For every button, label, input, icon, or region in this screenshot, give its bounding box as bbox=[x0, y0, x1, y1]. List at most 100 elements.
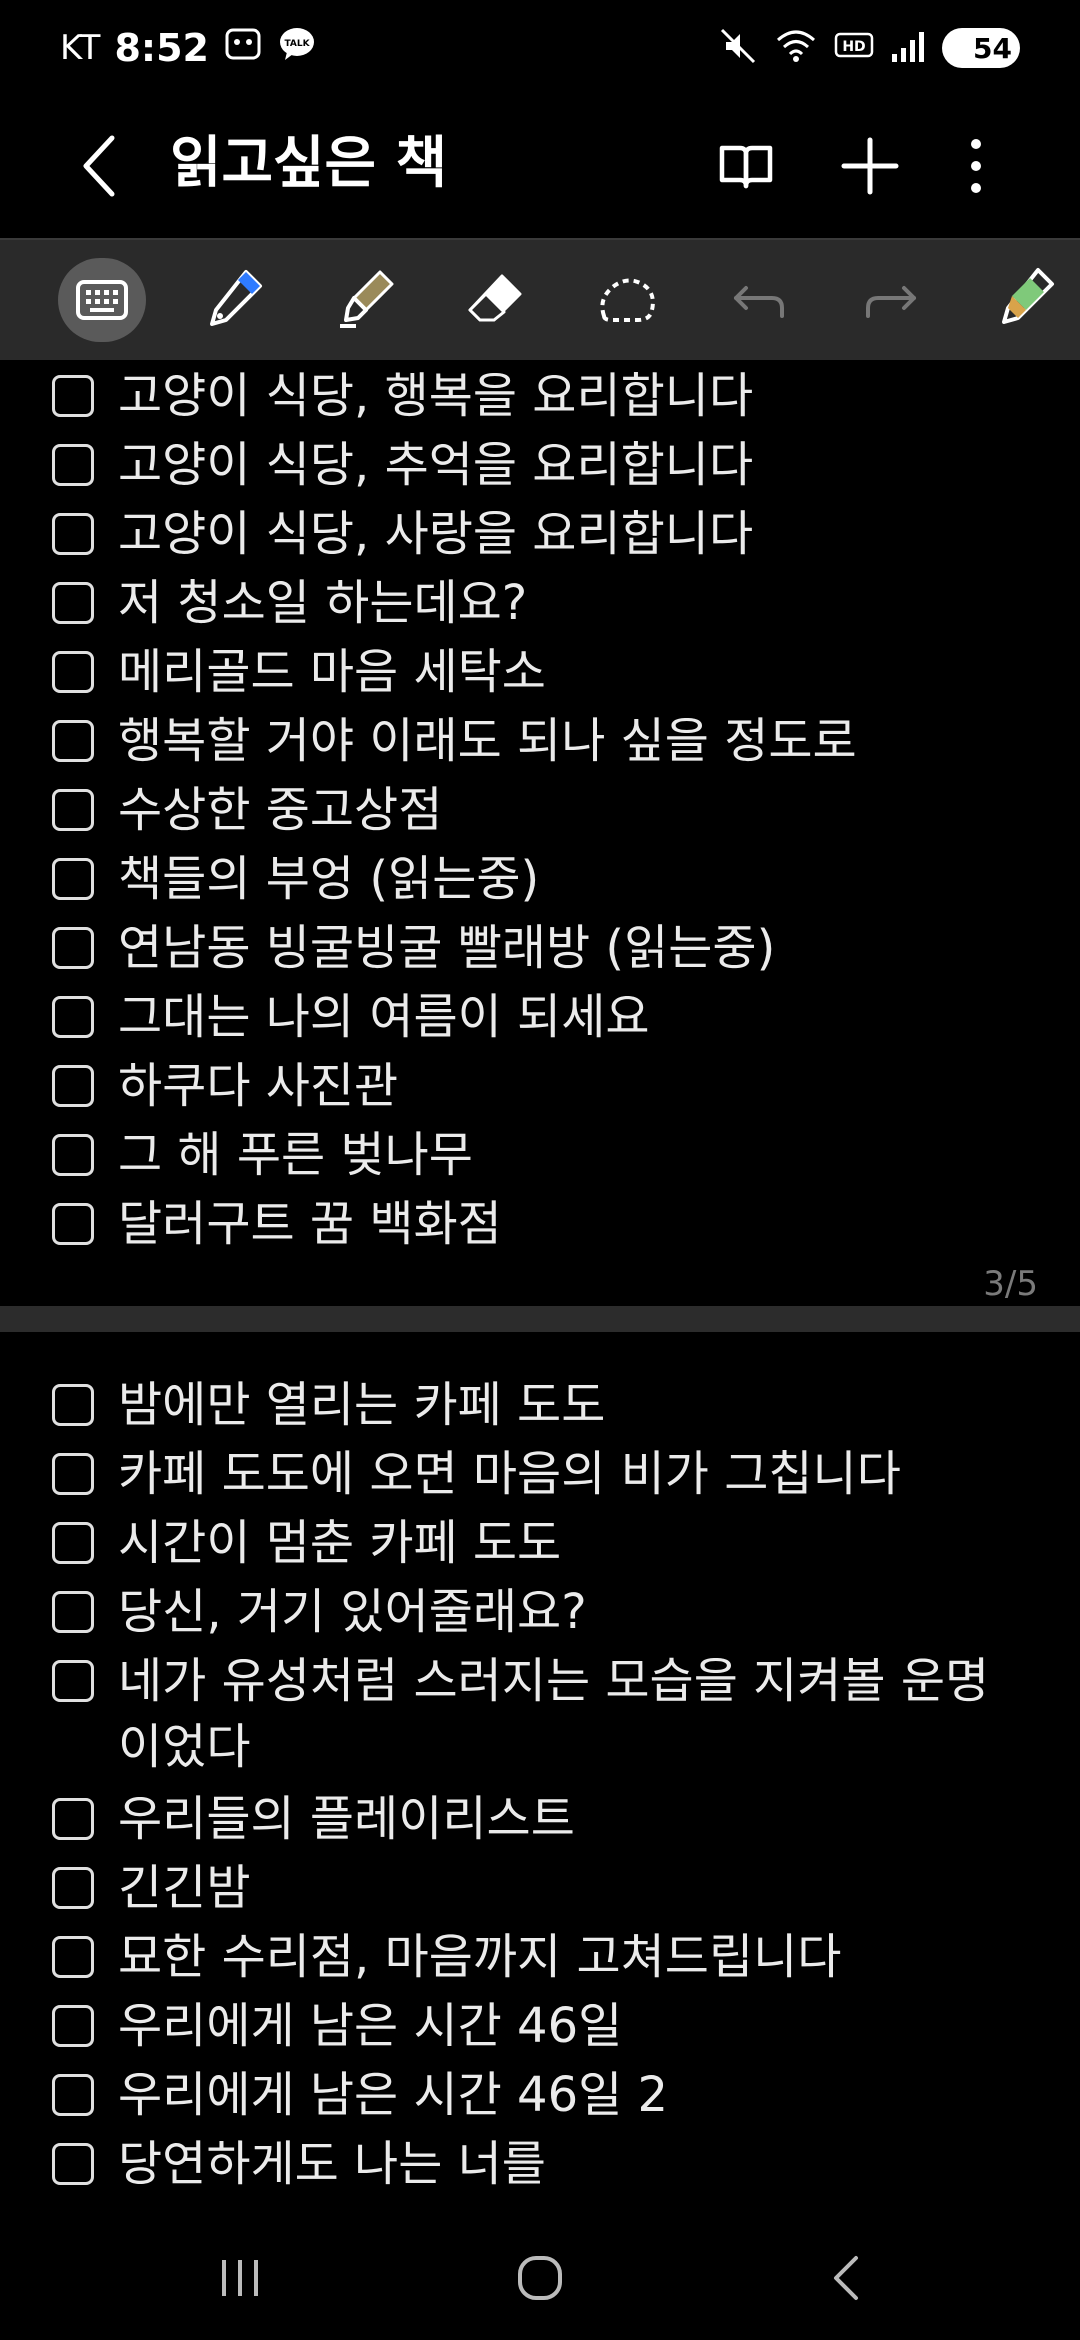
pen-settings-button[interactable] bbox=[978, 258, 1066, 342]
checkbox[interactable] bbox=[52, 1798, 94, 1840]
status-right: HD 54 bbox=[718, 20, 1020, 76]
checkbox[interactable] bbox=[52, 1453, 94, 1495]
hd-icon: HD bbox=[834, 26, 874, 70]
checklist-item-text: 카페 도도에 오면 마음의 비가 그칩니다 bbox=[118, 1446, 901, 1502]
carrier-label: KT bbox=[60, 28, 101, 68]
drawing-toolbar bbox=[0, 238, 1080, 360]
checklist-item: 저 청소일 하는데요? bbox=[52, 570, 1038, 636]
page-divider bbox=[0, 1306, 1080, 1332]
checklist-item-text: 시간이 멈춘 카페 도도 bbox=[118, 1515, 562, 1571]
checkbox[interactable] bbox=[52, 582, 94, 624]
checkbox[interactable] bbox=[52, 1065, 94, 1107]
checklist-item-text: 고양이 식당, 사랑을 요리합니다 bbox=[118, 506, 754, 562]
chevron-left-icon bbox=[83, 135, 115, 197]
add-page-button[interactable] bbox=[830, 126, 910, 206]
battery-level: 54 bbox=[973, 31, 1012, 65]
checklist-item: 우리들의 플레이리스트 bbox=[52, 1786, 1038, 1852]
recent-apps-icon bbox=[222, 2260, 258, 2296]
checkbox[interactable] bbox=[52, 1203, 94, 1245]
undo-button[interactable] bbox=[716, 258, 804, 342]
checklist-item-text: 그 해 푸른 벚나무 bbox=[118, 1127, 473, 1183]
checkbox[interactable] bbox=[52, 1867, 94, 1909]
home-icon bbox=[518, 2256, 562, 2300]
checkbox[interactable] bbox=[52, 2005, 94, 2047]
book-icon bbox=[719, 145, 773, 189]
undo-icon bbox=[734, 286, 784, 318]
checklist-item-text: 저 청소일 하는데요? bbox=[118, 575, 528, 631]
checklist-item: 당연하게도 나는 너를 bbox=[52, 2131, 1038, 2197]
pen-tool-button[interactable] bbox=[190, 258, 278, 342]
redo-button[interactable] bbox=[846, 258, 934, 342]
checkbox[interactable] bbox=[52, 927, 94, 969]
pen-icon bbox=[210, 270, 262, 326]
status-bar: KT 8:52 TALK HD 54 bbox=[0, 0, 1080, 96]
checklist-item: 수상한 중고상점 bbox=[52, 777, 1038, 843]
checklist-item: 그대는 나의 여름이 되세요 bbox=[52, 984, 1038, 1050]
checkbox[interactable] bbox=[52, 1384, 94, 1426]
pen-settings-icon bbox=[1002, 268, 1054, 324]
checklist-item-text: 네가 유성처럼 스러지는 모습을 지켜볼 운명이었다 bbox=[118, 1653, 990, 1775]
eraser-tool-button[interactable] bbox=[452, 258, 540, 342]
lasso-tool-button[interactable] bbox=[584, 258, 672, 342]
checkbox[interactable] bbox=[52, 720, 94, 762]
checklist-item-text: 하쿠다 사진관 bbox=[118, 1058, 399, 1114]
note-page-3: 고양이 식당, 행복을 요리합니다 고양이 식당, 추억을 요리합니다 고양이 … bbox=[0, 360, 1080, 1306]
talk-notification-icon: TALK bbox=[277, 24, 317, 73]
page-title: 읽고싶은 책 bbox=[170, 131, 448, 196]
checkbox[interactable] bbox=[52, 375, 94, 417]
checkbox[interactable] bbox=[52, 1591, 94, 1633]
keyboard-icon bbox=[76, 280, 128, 320]
checklist-item: 행복할 거야 이래도 되나 싶을 정도로 bbox=[52, 708, 1038, 774]
checklist-item-text: 당신, 거기 있어줄래요? bbox=[118, 1584, 587, 1640]
checklist-item: 카페 도도에 오면 마음의 비가 그칩니다 bbox=[52, 1441, 1038, 1507]
checklist-item-text: 우리들의 플레이리스트 bbox=[118, 1791, 575, 1847]
checklist-item: 책들의 부엉 (읽는중) bbox=[52, 846, 1038, 912]
back-nav-button[interactable] bbox=[806, 2246, 886, 2310]
back-button[interactable] bbox=[70, 128, 130, 204]
keyboard-tool-button[interactable] bbox=[58, 258, 146, 342]
more-vertical-icon bbox=[971, 139, 981, 193]
checkbox[interactable] bbox=[52, 444, 94, 486]
checkbox[interactable] bbox=[52, 2074, 94, 2116]
more-options-button[interactable] bbox=[936, 126, 1016, 206]
checklist-item-text: 묘한 수리점, 마음까지 고쳐드립니다 bbox=[118, 1929, 842, 1985]
checklist-item: 메리골드 마음 세탁소 bbox=[52, 639, 1038, 705]
wifi-icon bbox=[774, 26, 818, 70]
clock: 8:52 bbox=[114, 26, 209, 70]
checkbox[interactable] bbox=[52, 2143, 94, 2185]
svg-text:HD: HD bbox=[842, 39, 865, 55]
highlighter-tool-button[interactable] bbox=[322, 258, 410, 342]
checklist-item: 네가 유성처럼 스러지는 모습을 지켜볼 운명이었다 bbox=[52, 1648, 1018, 1780]
checklist-item-text: 당연하게도 나는 너를 bbox=[118, 2136, 546, 2192]
checkbox[interactable] bbox=[52, 1522, 94, 1564]
checkbox[interactable] bbox=[52, 789, 94, 831]
signal-icon bbox=[890, 26, 926, 70]
checklist-item: 고양이 식당, 사랑을 요리합니다 bbox=[52, 501, 1038, 567]
checkbox[interactable] bbox=[52, 513, 94, 555]
checklist-item-text: 긴긴밤 bbox=[118, 1860, 251, 1916]
checkbox[interactable] bbox=[52, 651, 94, 693]
recent-apps-button[interactable] bbox=[200, 2246, 280, 2310]
checklist-item: 시간이 멈춘 카페 도도 bbox=[52, 1510, 1038, 1576]
back-icon bbox=[834, 2256, 858, 2300]
checklist-item: 고양이 식당, 추억을 요리합니다 bbox=[52, 432, 1038, 498]
checkbox[interactable] bbox=[52, 996, 94, 1038]
checklist-item-text: 연남동 빙굴빙굴 빨래방 (읽는중) bbox=[118, 920, 776, 976]
checklist-item-text: 밤에만 열리는 카페 도도 bbox=[118, 1377, 606, 1433]
checklist-item: 연남동 빙굴빙굴 빨래방 (읽는중) bbox=[52, 915, 1038, 981]
app-bar: 읽고싶은 책 bbox=[0, 96, 1080, 236]
checkbox[interactable] bbox=[52, 1134, 94, 1176]
home-button[interactable] bbox=[500, 2246, 580, 2310]
checkbox[interactable] bbox=[52, 1936, 94, 1978]
screenshot-notification-icon bbox=[223, 24, 263, 73]
checkbox[interactable] bbox=[52, 1660, 94, 1702]
checkbox[interactable] bbox=[52, 858, 94, 900]
read-mode-button[interactable] bbox=[706, 126, 786, 206]
checklist-item-text: 메리골드 마음 세탁소 bbox=[118, 644, 546, 700]
checklist-item-text: 고양이 식당, 추억을 요리합니다 bbox=[118, 437, 754, 493]
battery-indicator: 54 bbox=[942, 28, 1020, 68]
checklist-item-text: 달러구트 꿈 백화점 bbox=[118, 1196, 502, 1252]
lasso-icon bbox=[600, 278, 655, 322]
checklist-item-text: 고양이 식당, 행복을 요리합니다 bbox=[118, 368, 754, 424]
checklist-item: 우리에게 남은 시간 46일 bbox=[52, 1993, 1038, 2059]
